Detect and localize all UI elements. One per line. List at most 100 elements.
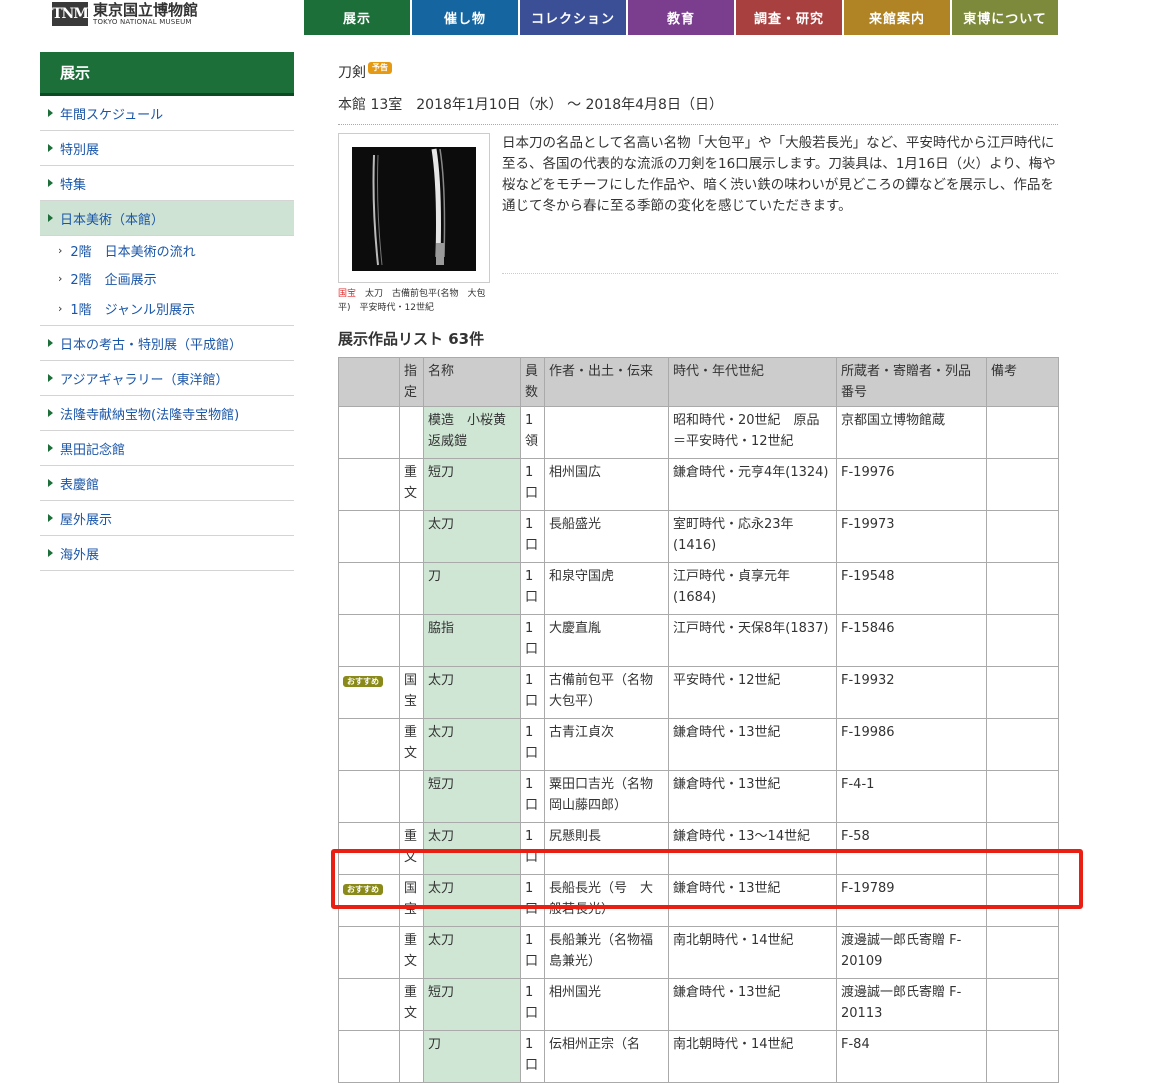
sidebar-item-label: 法隆寺献納宝物(法隆寺宝物館) bbox=[60, 407, 240, 423]
sidebar-heading: 展示 bbox=[40, 52, 294, 96]
sidebar-item[interactable]: › 2階 日本美術の流れ bbox=[40, 236, 294, 264]
sidebar-item[interactable]: 表慶館 bbox=[40, 466, 294, 501]
tnm-logo-mark: TNM bbox=[52, 2, 89, 26]
note-cell bbox=[986, 1030, 1059, 1083]
divider bbox=[338, 124, 1058, 125]
table-row[interactable]: 刀 1口 和泉守国虎 江戸時代・貞享元年(1684) F-19548 bbox=[338, 562, 1059, 615]
name-cell: 太刀 bbox=[423, 510, 521, 563]
period-cell: 鎌倉時代・元亨4年(1324) bbox=[668, 458, 837, 511]
sidebar-item[interactable]: › 1階 ジャンル別展示 bbox=[40, 292, 294, 326]
caption-text: 太刀 古備前包平(名物 大包平) 平安時代・12世紀 bbox=[338, 289, 486, 313]
period-cell: 鎌倉時代・13〜14世紀 bbox=[668, 822, 837, 875]
name-header: 名称 bbox=[423, 357, 521, 407]
nav-item[interactable]: 教育 bbox=[628, 0, 734, 35]
period-cell: 平安時代・12世紀 bbox=[668, 666, 837, 719]
note-cell bbox=[986, 770, 1059, 823]
featured-sword-image[interactable] bbox=[338, 133, 490, 283]
author-cell: 伝相州正宗（名 bbox=[544, 1030, 669, 1083]
table-row[interactable]: 短刀 1口 粟田口吉光（名物 岡山藤四郎） 鎌倉時代・13世紀 F-4-1 bbox=[338, 770, 1059, 823]
note-cell bbox=[986, 666, 1059, 719]
period-header: 時代・年代世紀 bbox=[668, 357, 837, 407]
owner-cell: 渡邊誠一郎氏寄贈 F-20109 bbox=[836, 926, 987, 979]
sidebar-item-label: 日本の考古・特別展（平成館） bbox=[60, 337, 243, 353]
owner-cell: F-58 bbox=[836, 822, 987, 875]
nav-item[interactable]: 東博について bbox=[952, 0, 1058, 35]
sidebar-item[interactable]: 黒田記念館 bbox=[40, 431, 294, 466]
sidebar-item[interactable]: 特集 bbox=[40, 166, 294, 201]
chevron-right-icon: › bbox=[58, 302, 63, 315]
sidebar-item[interactable]: 日本美術（本館） bbox=[40, 201, 294, 236]
sidebar-item[interactable]: 特別展 bbox=[40, 131, 294, 166]
name-cell: 模造 小桜黄返威鎧 bbox=[423, 406, 521, 459]
table-row[interactable]: 重文 短刀 1口 相州国広 鎌倉時代・元亨4年(1324) F-19976 bbox=[338, 458, 1059, 511]
sidebar-item[interactable]: 海外展 bbox=[40, 536, 294, 571]
table-row[interactable]: 刀 1口 伝相州正宗（名 南北朝時代・14世紀 F-84 bbox=[338, 1030, 1059, 1083]
recommend-cell bbox=[338, 770, 400, 823]
author-cell: 尻懸則長 bbox=[544, 822, 669, 875]
sidebar-item[interactable]: 法隆寺献納宝物(法隆寺宝物館) bbox=[40, 396, 294, 431]
recommend-cell bbox=[338, 926, 400, 979]
nav-item[interactable]: 展示 bbox=[304, 0, 410, 35]
sidebar-item[interactable]: 屋外展示 bbox=[40, 501, 294, 536]
table-row[interactable]: 重文 短刀 1口 相州国光 鎌倉時代・13世紀 渡邊誠一郎氏寄贈 F-20113 bbox=[338, 978, 1059, 1031]
preview-badge: 予告 bbox=[368, 62, 392, 74]
designation-cell bbox=[399, 406, 424, 459]
table-row[interactable]: 太刀 1口 長船盛光 室町時代・応永23年(1416) F-19973 bbox=[338, 510, 1059, 563]
logo-english-name: TOKYO NATIONAL MUSEUM bbox=[93, 17, 192, 26]
sidebar-item-label: 表慶館 bbox=[60, 477, 100, 493]
nav-item[interactable]: 調査・研究 bbox=[736, 0, 842, 35]
table-row[interactable]: 重文 太刀 1口 長船兼光（名物福島兼光） 南北朝時代・14世紀 渡邊誠一郎氏寄贈 F-2… bbox=[338, 926, 1059, 979]
table-row[interactable]: おすすめ 国宝 太刀 1口 古備前包平（名物 大包平） 平安時代・12世紀 F-19932 bbox=[338, 666, 1059, 719]
triangle-right-icon bbox=[48, 179, 53, 187]
designation-cell: 重文 bbox=[399, 822, 424, 875]
exhibit-meta: 本館 13室 2018年1月10日（水） 〜 2018年4月8日（日） bbox=[338, 97, 723, 113]
count-cell: 1口 bbox=[520, 718, 545, 771]
designation-cell: 重文 bbox=[399, 926, 424, 979]
nav-item[interactable]: 催し物 bbox=[412, 0, 518, 35]
table-row[interactable]: 模造 小桜黄返威鎧 1領 昭和時代・20世紀 原品＝平安時代・12世紀 京都国立博物館… bbox=[338, 406, 1059, 459]
sidebar-item[interactable]: 年間スケジュール bbox=[40, 96, 294, 131]
works-list-title: 展示作品リスト 63件 bbox=[338, 330, 485, 348]
nav-item[interactable]: 来館案内 bbox=[844, 0, 950, 35]
owner-cell: F-19973 bbox=[836, 510, 987, 563]
author-cell: 相州国光 bbox=[544, 978, 669, 1031]
exhibit-description: 日本刀の名品として名高い名物「大包平」や「大般若長光」など、平安時代から江戸時代… bbox=[502, 133, 1058, 274]
period-cell: 南北朝時代・14世紀 bbox=[668, 1030, 837, 1083]
sidebar-item[interactable]: › 2階 企画展示 bbox=[40, 264, 294, 292]
museum-logo[interactable]: TNM 東京国立博物館 TOKYO NATIONAL MUSEUM bbox=[52, 2, 198, 26]
name-cell: 太刀 bbox=[423, 718, 521, 771]
name-cell: 短刀 bbox=[423, 978, 521, 1031]
recommend-cell bbox=[338, 614, 400, 667]
table-row[interactable]: 脇指 1口 大慶直胤 江戸時代・天保8年(1837) F-15846 bbox=[338, 614, 1059, 667]
nav-item[interactable]: コレクション bbox=[520, 0, 626, 35]
designation-cell: 重文 bbox=[399, 978, 424, 1031]
table-row[interactable]: おすすめ 国宝 太刀 1口 長船長光（号 大般若長光） 鎌倉時代・13世紀 F-19789 bbox=[338, 874, 1059, 927]
table-row[interactable]: 重文 太刀 1口 尻懸則長 鎌倉時代・13〜14世紀 F-58 bbox=[338, 822, 1059, 875]
count-cell: 1口 bbox=[520, 874, 545, 927]
triangle-right-icon bbox=[48, 549, 53, 557]
period-cell: 鎌倉時代・13世紀 bbox=[668, 874, 837, 927]
count-cell: 1口 bbox=[520, 822, 545, 875]
table-row[interactable]: 重文 太刀 1口 古青江貞次 鎌倉時代・13世紀 F-19986 bbox=[338, 718, 1059, 771]
main-content: 刀剣 予告 本館 13室 2018年1月10日（水） 〜 2018年4月8日（日… bbox=[338, 60, 1059, 1083]
note-cell bbox=[986, 458, 1059, 511]
triangle-right-icon bbox=[48, 409, 53, 417]
triangle-right-icon bbox=[48, 144, 53, 152]
recommend-cell bbox=[338, 406, 400, 459]
note-cell bbox=[986, 978, 1059, 1031]
author-cell: 和泉守国虎 bbox=[544, 562, 669, 615]
sidebar-item-label: 2階 日本美術の流れ bbox=[70, 244, 196, 260]
author-cell: 長船盛光 bbox=[544, 510, 669, 563]
sidebar-item-label: 2階 企画展示 bbox=[70, 272, 157, 288]
name-cell: 短刀 bbox=[423, 770, 521, 823]
period-cell: 鎌倉時代・13世紀 bbox=[668, 718, 837, 771]
count-cell: 1口 bbox=[520, 562, 545, 615]
sidebar-item[interactable]: 日本の考古・特別展（平成館） bbox=[40, 326, 294, 361]
sidebar-item[interactable]: アジアギャラリー（東洋館） bbox=[40, 361, 294, 396]
sidebar-item-label: 日本美術（本館） bbox=[60, 212, 165, 228]
triangle-right-icon bbox=[48, 479, 53, 487]
note-cell bbox=[986, 874, 1059, 927]
author-cell: 相州国広 bbox=[544, 458, 669, 511]
table-header-row: 指定 名称 員数 作者・出土・伝来 時代・年代世紀 所蔵者・寄贈者・列品番号 備考 bbox=[338, 357, 1059, 407]
recommend-cell bbox=[338, 562, 400, 615]
